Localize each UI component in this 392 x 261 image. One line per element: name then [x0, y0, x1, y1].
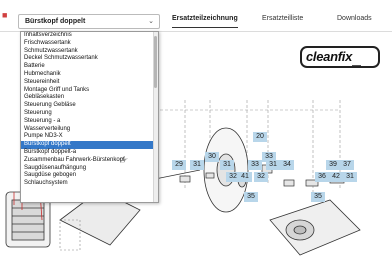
logo-text: cleanfix [306, 49, 353, 64]
tab-ersatzteilliste[interactable]: Ersatzteilliste [262, 15, 303, 22]
side-menu-icon[interactable]: ■ [2, 10, 12, 20]
part-callout[interactable]: 32 [254, 172, 268, 182]
dropdown-option[interactable]: Steuereinheit [21, 79, 158, 87]
dropdown-option[interactable]: Pumpe ND3-X [21, 133, 158, 141]
part-callout[interactable]: 31 [343, 172, 357, 182]
dropdown-option[interactable]: Inhaltsverzeichnis [21, 32, 158, 40]
cleanfix-logo: cleanfix ▬▬▬ [300, 46, 380, 68]
part-callout[interactable]: 31 [190, 160, 204, 170]
part-callout[interactable]: 31 [266, 160, 280, 170]
part-callout[interactable]: 30 [205, 152, 219, 162]
dropdown-option[interactable]: Deckel Schmutzwassertank [21, 55, 158, 63]
part-callout[interactable]: 34 [280, 160, 294, 170]
part-callout[interactable]: 37 [340, 160, 354, 170]
dropdown-option[interactable]: Schlauchsystem [21, 180, 158, 188]
dropdown-option[interactable]: Montage Griff und Tanks [21, 87, 158, 95]
dropdown-option[interactable]: Steuerung Gebläse [21, 102, 158, 110]
section-dropdown-list[interactable]: Inhaltsverzeichnis Frischwassertank Schmut… [20, 31, 159, 203]
dropdown-option[interactable]: Zusammenbau Fahrwerk-Bürstenkopf [21, 157, 158, 165]
dropdown-scrollbar[interactable] [153, 32, 158, 202]
dropdown-option[interactable]: Steuerung [21, 110, 158, 118]
part-callout[interactable]: 29 [172, 160, 186, 170]
part-callout[interactable]: 41 [238, 172, 252, 182]
part-callout[interactable]: 31 [220, 160, 234, 170]
part-callout[interactable]: 35 [311, 192, 325, 202]
part-callout[interactable]: 39 [326, 160, 340, 170]
active-tab-indicator [172, 27, 238, 28]
dropdown-option[interactable]: Gebläsekasten [21, 94, 158, 102]
dropdown-scroll-thumb[interactable] [154, 36, 157, 88]
dropdown-option[interactable]: Hubmechanik [21, 71, 158, 79]
dropdown-option[interactable]: Saugdüsenaufhängung [21, 165, 158, 173]
tab-downloads[interactable]: Downloads [337, 15, 372, 22]
chevron-down-icon: ⌄ [148, 18, 154, 25]
dropdown-option[interactable]: Frischwassertank [21, 40, 158, 48]
dropdown-option[interactable]: Bürstkopf doppelt [21, 141, 158, 149]
part-callout[interactable]: 35 [244, 192, 258, 202]
mouse-pointer-icon: ☞ [120, 155, 129, 165]
dropdown-option[interactable]: Bürstkopf doppelt-a [21, 149, 158, 157]
dropdown-option[interactable]: Steuerung - a [21, 118, 158, 126]
part-callout[interactable]: 42 [329, 172, 343, 182]
part-callout[interactable]: 36 [315, 172, 329, 182]
part-callout[interactable]: 20 [253, 132, 267, 142]
part-callout[interactable]: 33 [248, 160, 262, 170]
dropdown-option[interactable]: Wasserverteilung [21, 126, 158, 134]
dropdown-option[interactable]: Batterie [21, 63, 158, 71]
top-bar: ■ Bürstkopf doppelt ⌄ Ersatzteilzeichnun… [0, 0, 392, 30]
dropdown-option[interactable]: Saugdüse gebogen [21, 172, 158, 180]
section-select[interactable]: Bürstkopf doppelt ⌄ [18, 14, 160, 29]
tab-ersatzteilzeichnung[interactable]: Ersatzteilzeichnung [172, 15, 238, 22]
logo-sub-mark: ▬▬▬ [352, 63, 361, 67]
section-select-value: Bürstkopf doppelt [25, 18, 86, 25]
dropdown-option[interactable]: Schmutzwassertank [21, 48, 158, 56]
